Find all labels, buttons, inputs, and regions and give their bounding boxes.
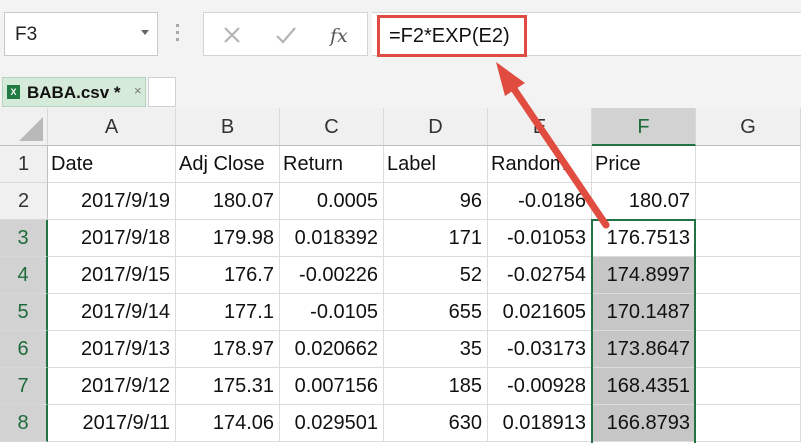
cell-g8[interactable] (696, 405, 801, 442)
cell-c4[interactable]: -0.00226 (280, 257, 384, 294)
cell-d5[interactable]: 655 (384, 294, 488, 331)
row-header-6[interactable]: 6 (0, 331, 48, 368)
cell-b3[interactable]: 179.98 (176, 220, 280, 257)
row-header-7[interactable]: 7 (0, 368, 48, 405)
cell-f7[interactable]: 168.4351 (592, 368, 696, 405)
column-header-g[interactable]: G (696, 108, 801, 146)
cell-b4[interactable]: 176.7 (176, 257, 280, 294)
column-header-a[interactable]: A (48, 108, 176, 146)
cell-c6[interactable]: 0.020662 (280, 331, 384, 368)
cell-g3[interactable] (696, 220, 801, 257)
cell-a5[interactable]: 2017/9/14 (48, 294, 176, 331)
cell-b8[interactable]: 174.06 (176, 405, 280, 442)
cell-a1[interactable]: Date (48, 146, 176, 183)
cell-b1[interactable]: Adj Close (176, 146, 280, 183)
cell-e2[interactable]: -0.0186 (488, 183, 592, 220)
cell-e1[interactable]: Random (488, 146, 592, 183)
formula-text: =F2*EXP(E2) (389, 25, 510, 47)
close-icon[interactable] (216, 19, 248, 51)
close-icon[interactable]: × (134, 83, 142, 98)
formula-toolbar: F3 fx =F2*EXP(E2) (0, 0, 801, 76)
check-icon[interactable] (270, 19, 302, 51)
cell-a4[interactable]: 2017/9/15 (48, 257, 176, 294)
column-header-b[interactable]: B (176, 108, 280, 146)
cell-a3[interactable]: 2017/9/18 (48, 220, 176, 257)
row-header-3[interactable]: 3 (0, 220, 48, 257)
cell-f4[interactable]: 174.8997 (592, 257, 696, 294)
row-header-8[interactable]: 8 (0, 405, 48, 442)
cell-g4[interactable] (696, 257, 801, 294)
excel-file-icon: X (7, 85, 20, 99)
row-header-1[interactable]: 1 (0, 146, 48, 183)
svg-text:fx: fx (328, 25, 348, 47)
cell-e7[interactable]: -0.00928 (488, 368, 592, 405)
cell-f1[interactable]: Price (592, 146, 696, 183)
cell-g6[interactable] (696, 331, 801, 368)
chevron-down-icon[interactable] (141, 30, 149, 35)
cell-g5[interactable] (696, 294, 801, 331)
cell-e3[interactable]: -0.01053 (488, 220, 592, 257)
formula-highlight-box[interactable]: =F2*EXP(E2) (377, 15, 527, 57)
drag-handle-icon[interactable] (175, 24, 181, 46)
new-tab-button[interactable] (148, 77, 176, 107)
cell-f5[interactable]: 170.1487 (592, 294, 696, 331)
row-header-2[interactable]: 2 (0, 183, 48, 220)
select-all-corner[interactable] (0, 108, 48, 146)
cell-f8[interactable]: 166.8793 (592, 405, 696, 442)
column-header-d[interactable]: D (384, 108, 488, 146)
cell-e4[interactable]: -0.02754 (488, 257, 592, 294)
cell-c3[interactable]: 0.018392 (280, 220, 384, 257)
cell-c1[interactable]: Return (280, 146, 384, 183)
cell-b2[interactable]: 180.07 (176, 183, 280, 220)
cell-d3[interactable]: 171 (384, 220, 488, 257)
column-header-e[interactable]: E (488, 108, 592, 146)
cell-d4[interactable]: 52 (384, 257, 488, 294)
cell-c7[interactable]: 0.007156 (280, 368, 384, 405)
cell-c2[interactable]: 0.0005 (280, 183, 384, 220)
cell-d7[interactable]: 185 (384, 368, 488, 405)
tab-label: BABA.csv * (27, 83, 121, 102)
cell-c5[interactable]: -0.0105 (280, 294, 384, 331)
cell-b6[interactable]: 178.97 (176, 331, 280, 368)
cell-a8[interactable]: 2017/9/11 (48, 405, 176, 442)
name-box-value: F3 (15, 24, 38, 45)
cell-d1[interactable]: Label (384, 146, 488, 183)
cell-f3[interactable]: 176.7513 (592, 220, 696, 257)
cell-f2[interactable]: 180.07 (592, 183, 696, 220)
cell-e8[interactable]: 0.018913 (488, 405, 592, 442)
name-box[interactable]: F3 (4, 12, 158, 56)
cell-b5[interactable]: 177.1 (176, 294, 280, 331)
column-header-c[interactable]: C (280, 108, 384, 146)
cell-a6[interactable]: 2017/9/13 (48, 331, 176, 368)
cell-d2[interactable]: 96 (384, 183, 488, 220)
document-tab-bar: X BABA.csv * × (0, 76, 801, 108)
cell-e5[interactable]: 0.021605 (488, 294, 592, 331)
cell-a7[interactable]: 2017/9/12 (48, 368, 176, 405)
tab-baba-csv[interactable]: X BABA.csv * × (2, 77, 146, 107)
cell-d6[interactable]: 35 (384, 331, 488, 368)
cell-g7[interactable] (696, 368, 801, 405)
row-header-5[interactable]: 5 (0, 294, 48, 331)
fx-icon[interactable]: fx (324, 19, 356, 51)
cell-c8[interactable]: 0.029501 (280, 405, 384, 442)
column-header-f[interactable]: F (592, 108, 696, 146)
spreadsheet-grid[interactable]: A B C D E F G 1 Date Adj Close Return Label Random Pr… (0, 108, 801, 443)
cell-g2[interactable] (696, 183, 801, 220)
cell-a2[interactable]: 2017/9/19 (48, 183, 176, 220)
cell-b7[interactable]: 175.31 (176, 368, 280, 405)
formula-buttons: fx (203, 12, 368, 56)
cell-e6[interactable]: -0.03173 (488, 331, 592, 368)
row-header-4[interactable]: 4 (0, 257, 48, 294)
cell-f6[interactable]: 173.8647 (592, 331, 696, 368)
cell-g1[interactable] (696, 146, 801, 183)
cell-d8[interactable]: 630 (384, 405, 488, 442)
